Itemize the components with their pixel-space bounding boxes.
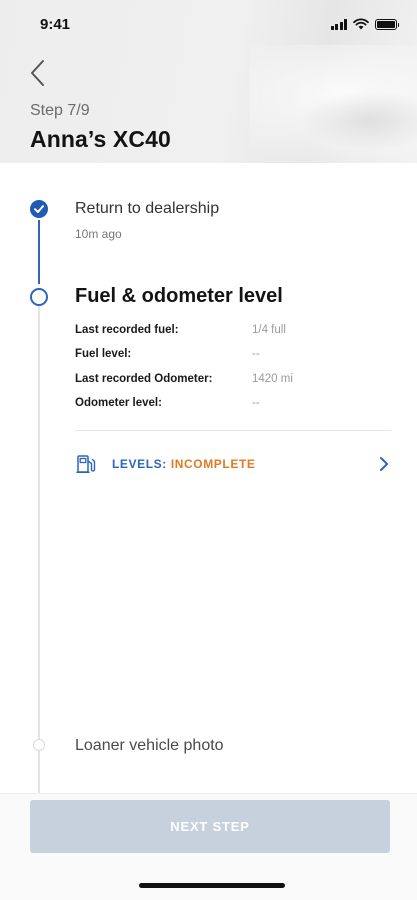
detail-value: -- [252, 397, 260, 409]
wifi-icon [353, 18, 369, 30]
detail-value: 1/4 full [252, 324, 286, 336]
fuel-pump-icon [76, 455, 96, 474]
back-button[interactable] [26, 58, 50, 88]
chevron-right-icon [380, 457, 388, 471]
levels-label: LEVELS: INCOMPLETE [112, 457, 255, 471]
detail-label: Fuel level: [75, 348, 132, 360]
detail-value: 1420 mi [252, 373, 293, 385]
step-indicator: Step 7/9 [30, 102, 90, 119]
levels-status: INCOMPLETE [170, 457, 256, 471]
check-icon [34, 205, 44, 213]
page-title: Anna’s XC40 [30, 126, 171, 152]
detail-label: Odometer level: [75, 397, 162, 409]
battery-icon [375, 18, 399, 30]
levels-link[interactable]: LEVELS: INCOMPLETE [75, 447, 391, 481]
step-return-title: Return to dealership [75, 200, 220, 217]
step-return-time: 10m ago [75, 227, 122, 241]
timeline-node-completed [30, 200, 48, 218]
timeline-node-upcoming [33, 739, 45, 751]
chevron-left-icon [31, 60, 44, 86]
timeline-line-completed [38, 220, 40, 284]
detail-label: Last recorded fuel: [75, 324, 179, 336]
next-step-button[interactable]: NEXT STEP [30, 800, 390, 853]
vehicle-background-shadow [300, 90, 417, 150]
timeline-line-remaining [38, 305, 40, 795]
timeline-node-current [30, 288, 48, 306]
step-loaner-photo-title: Loaner vehicle photo [75, 737, 224, 754]
divider [75, 430, 391, 431]
detail-label: Last recorded Odometer: [75, 373, 213, 385]
status-icons [330, 18, 399, 30]
levels-key: LEVELS: [112, 457, 167, 471]
step-fuel-title: Fuel & odometer level [75, 285, 283, 307]
status-bar: 9:41 [0, 0, 417, 48]
signal-icon [330, 18, 347, 30]
status-time: 9:41 [40, 16, 71, 33]
home-indicator[interactable] [139, 883, 285, 888]
detail-value: -- [252, 348, 260, 360]
